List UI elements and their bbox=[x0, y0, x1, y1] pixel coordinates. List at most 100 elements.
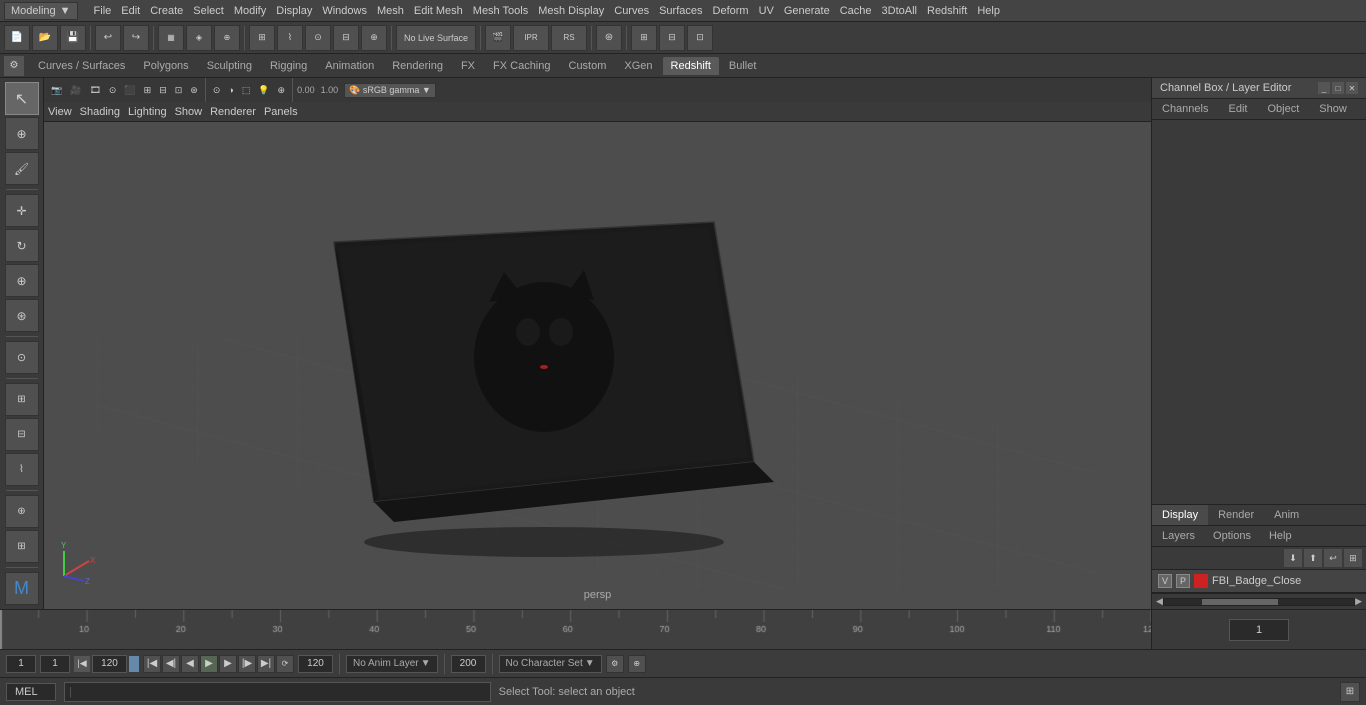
align-btn[interactable]: ⊞ bbox=[5, 530, 39, 563]
command-line[interactable]: | bbox=[64, 682, 491, 702]
menu-item-cache[interactable]: Cache bbox=[836, 3, 876, 19]
window-layout-btn[interactable]: ⊞ bbox=[631, 25, 657, 51]
tab-polygons[interactable]: Polygons bbox=[135, 57, 196, 75]
menu-item-modify[interactable]: Modify bbox=[230, 3, 270, 19]
tab-redshift[interactable]: Redshift bbox=[663, 57, 719, 75]
vpm-show[interactable]: Show bbox=[175, 106, 203, 118]
layer-color-swatch[interactable] bbox=[1194, 574, 1208, 588]
new-scene-btn[interactable]: 📄 bbox=[4, 25, 30, 51]
color-space-btn[interactable]: 🎨 sRGB gamma ▼ bbox=[344, 83, 436, 98]
menu-item-redshift[interactable]: Redshift bbox=[923, 3, 971, 19]
rotate-tool-btn[interactable]: ↻ bbox=[5, 229, 39, 262]
viewport[interactable]: 📷 🎥 🎞 ⊙ ⬛ ⊞ ⊟ ⊡ ⊛ ⊙ ◑ ⬚ 💡 ⊕ bbox=[44, 78, 1151, 609]
char-set-btn[interactable]: No Character Set ▼ bbox=[499, 655, 602, 673]
show-manipulator-btn[interactable]: ⊛ bbox=[596, 25, 622, 51]
layer-icon-4[interactable]: ⊞ bbox=[1344, 549, 1362, 567]
redshift-ipr-btn[interactable]: RS bbox=[551, 25, 587, 51]
vp-isolate-btn[interactable]: ⊙ bbox=[106, 84, 120, 97]
tab-fx-caching[interactable]: FX Caching bbox=[485, 57, 558, 75]
scrollbar-thumb[interactable] bbox=[1202, 599, 1278, 605]
lasso-tool-btn[interactable]: ⊕ bbox=[5, 117, 39, 150]
scrollbar-track[interactable] bbox=[1163, 598, 1355, 606]
tab-fx[interactable]: FX bbox=[453, 57, 483, 75]
vp-sphere-btn[interactable]: ⊙ bbox=[210, 84, 224, 97]
timeline-ruler[interactable] bbox=[0, 610, 1151, 649]
subtab-help[interactable]: Help bbox=[1261, 528, 1300, 544]
anim-layer-btn[interactable]: No Anim Layer ▼ bbox=[346, 655, 438, 673]
render-view-btn[interactable]: 🎬 bbox=[485, 25, 511, 51]
tab-display[interactable]: Display bbox=[1152, 505, 1208, 525]
range-min-btn[interactable]: |◀ bbox=[74, 656, 90, 672]
menu-item-surfaces[interactable]: Surfaces bbox=[655, 3, 706, 19]
redo-btn[interactable]: ↪ bbox=[123, 25, 149, 51]
subtab-options[interactable]: Options bbox=[1205, 528, 1259, 544]
tab-xgen[interactable]: XGen bbox=[616, 57, 660, 75]
ipr-render-btn[interactable]: IPR bbox=[513, 25, 549, 51]
subtab-layers[interactable]: Layers bbox=[1154, 528, 1203, 544]
vpm-panels[interactable]: Panels bbox=[264, 106, 298, 118]
vp-grid-btn[interactable]: ⊡ bbox=[172, 84, 186, 97]
tab-rigging[interactable]: Rigging bbox=[262, 57, 315, 75]
menu-item-generate[interactable]: Generate bbox=[780, 3, 834, 19]
window-layout-3-btn[interactable]: ⊡ bbox=[687, 25, 713, 51]
tab-curves-surfaces[interactable]: Curves / Surfaces bbox=[30, 57, 133, 75]
menu-item-curves[interactable]: Curves bbox=[610, 3, 653, 19]
open-scene-btn[interactable]: 📂 bbox=[32, 25, 58, 51]
next-frame-btn[interactable]: ▶ bbox=[219, 655, 237, 673]
tab-rendering[interactable]: Rendering bbox=[384, 57, 451, 75]
vp-film-btn[interactable]: 🎞 bbox=[86, 84, 103, 97]
feedback-btn[interactable]: ⊞ bbox=[1340, 682, 1360, 702]
panel-close-btn[interactable]: ✕ bbox=[1346, 82, 1358, 94]
tab-object-ch[interactable]: Object bbox=[1257, 99, 1309, 119]
menu-item-3dtoall[interactable]: 3DtoAll bbox=[878, 3, 921, 19]
menu-item-deform[interactable]: Deform bbox=[709, 3, 753, 19]
workspace-settings-btn[interactable]: ⚙ bbox=[4, 56, 24, 76]
layer-icon-1[interactable]: ⬇ bbox=[1284, 549, 1302, 567]
tab-sculpting[interactable]: Sculpting bbox=[199, 57, 260, 75]
tab-anim[interactable]: Anim bbox=[1264, 505, 1309, 525]
tab-show-ch[interactable]: Show bbox=[1309, 99, 1357, 119]
panel-minimize-btn[interactable]: _ bbox=[1318, 82, 1330, 94]
tab-channels[interactable]: Channels bbox=[1152, 99, 1218, 119]
menu-item-mesh-display[interactable]: Mesh Display bbox=[534, 3, 608, 19]
tab-bullet[interactable]: Bullet bbox=[721, 57, 765, 75]
no-live-surface-btn[interactable]: No Live Surface bbox=[396, 25, 476, 51]
snap-grid-btn[interactable]: ⊞ bbox=[249, 25, 275, 51]
tab-custom[interactable]: Custom bbox=[561, 57, 615, 75]
menu-item-uv[interactable]: UV bbox=[755, 3, 778, 19]
loop-btn[interactable]: ⟳ bbox=[276, 655, 294, 673]
maya-logo-btn[interactable]: M bbox=[5, 572, 39, 605]
layer-icon-3[interactable]: ↩ bbox=[1324, 549, 1342, 567]
menu-item-mesh[interactable]: Mesh bbox=[373, 3, 408, 19]
playback-settings-btn[interactable]: ⚙ bbox=[606, 655, 624, 673]
panel-maximize-btn[interactable]: □ bbox=[1332, 82, 1344, 94]
vp-smooth-btn[interactable]: ⊟ bbox=[156, 84, 170, 97]
curve-display-btn[interactable]: ⌇ bbox=[5, 453, 39, 486]
menu-item-help[interactable]: Help bbox=[973, 3, 1004, 19]
grid-display-btn[interactable]: ⊟ bbox=[5, 418, 39, 451]
vp-wireframe-btn[interactable]: ⊞ bbox=[141, 84, 155, 97]
layer-visibility-check[interactable]: V bbox=[1158, 574, 1172, 588]
snap-btn-2[interactable]: ⊕ bbox=[5, 495, 39, 528]
menu-item-display[interactable]: Display bbox=[272, 3, 316, 19]
scroll-right-btn[interactable]: ▶ bbox=[1355, 596, 1362, 607]
move-tool-btn[interactable]: ✛ bbox=[5, 194, 39, 227]
tab-edit-ch[interactable]: Edit bbox=[1218, 99, 1257, 119]
vpm-renderer[interactable]: Renderer bbox=[210, 106, 256, 118]
vp-shaded-btn[interactable]: ◑ bbox=[225, 84, 236, 96]
scale-tool-btn[interactable]: ⊕ bbox=[5, 264, 39, 297]
vpm-shading[interactable]: Shading bbox=[80, 106, 120, 118]
menu-item-select[interactable]: Select bbox=[189, 3, 228, 19]
menu-item-mesh-tools[interactable]: Mesh Tools bbox=[469, 3, 532, 19]
prev-frame-btn[interactable]: ◀ bbox=[181, 655, 199, 673]
frame-current-input[interactable] bbox=[40, 655, 70, 673]
vp-camera2-btn[interactable]: 🎥 bbox=[67, 84, 84, 97]
snap-live-btn[interactable]: ⊕ bbox=[361, 25, 387, 51]
paint-select-btn[interactable]: 🖌 bbox=[5, 152, 39, 185]
range-slider-handle[interactable] bbox=[129, 656, 139, 672]
vpm-view[interactable]: View bbox=[48, 106, 72, 118]
tab-render[interactable]: Render bbox=[1208, 505, 1264, 525]
snap-curve-btn[interactable]: ⌇ bbox=[277, 25, 303, 51]
vpm-lighting[interactable]: Lighting bbox=[128, 106, 167, 118]
prev-key-btn[interactable]: ◀| bbox=[162, 655, 180, 673]
